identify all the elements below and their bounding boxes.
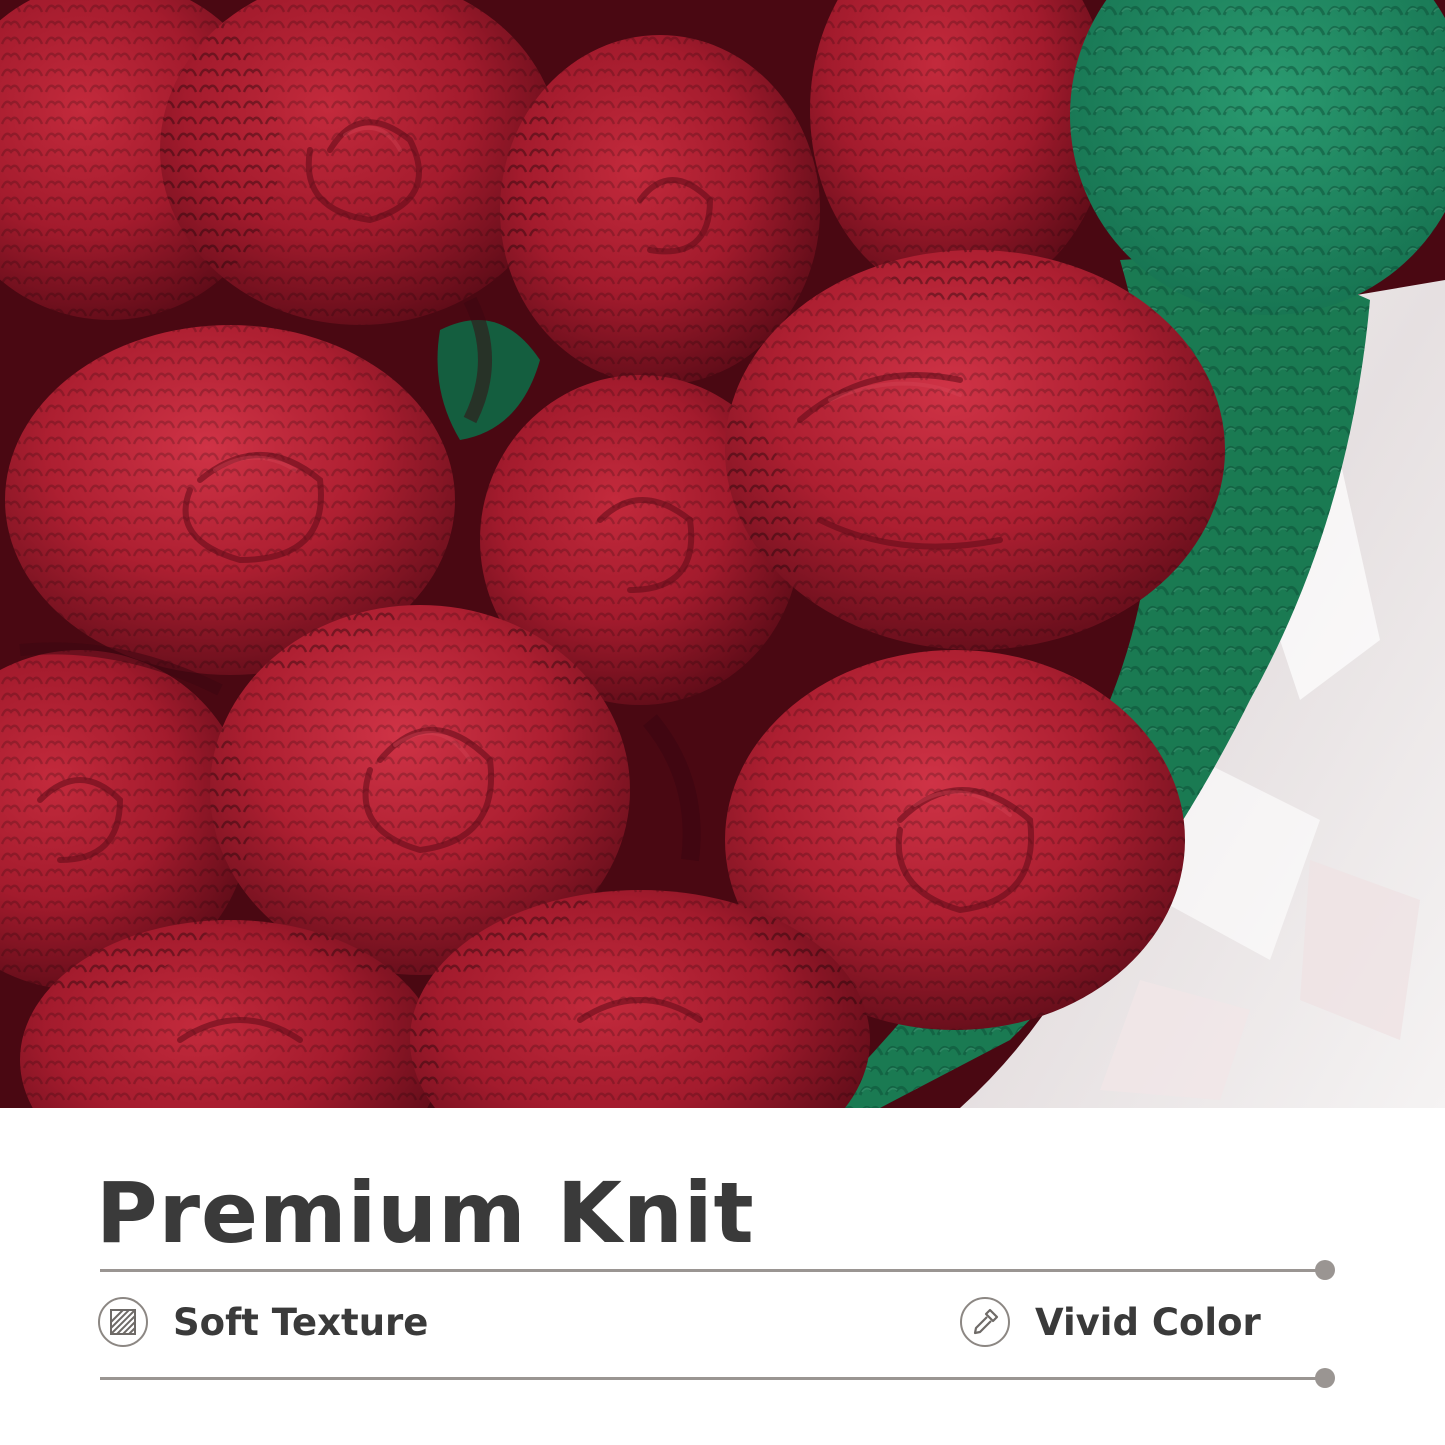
- feature-label: Vivid Color: [1035, 1300, 1261, 1344]
- bottom-divider: [100, 1377, 1322, 1380]
- striped-swatch-icon: [98, 1297, 148, 1347]
- feature-vivid-color: Vivid Color: [960, 1295, 1261, 1349]
- top-divider: [100, 1269, 1322, 1272]
- product-title: Premium Knit: [96, 1164, 755, 1262]
- top-divider-dot: [1315, 1260, 1335, 1280]
- hero-photo: [0, 0, 1445, 1108]
- product-card: Premium Knit Soft Texture Vivid Color: [0, 0, 1445, 1445]
- feature-soft-texture: Soft Texture: [98, 1295, 428, 1349]
- rose-cluster: [0, 0, 1225, 1108]
- eyedropper-icon: [960, 1297, 1010, 1347]
- caption-panel: Premium Knit Soft Texture Vivid Color: [0, 1108, 1445, 1445]
- bottom-divider-dot: [1315, 1368, 1335, 1388]
- feature-label: Soft Texture: [173, 1300, 429, 1344]
